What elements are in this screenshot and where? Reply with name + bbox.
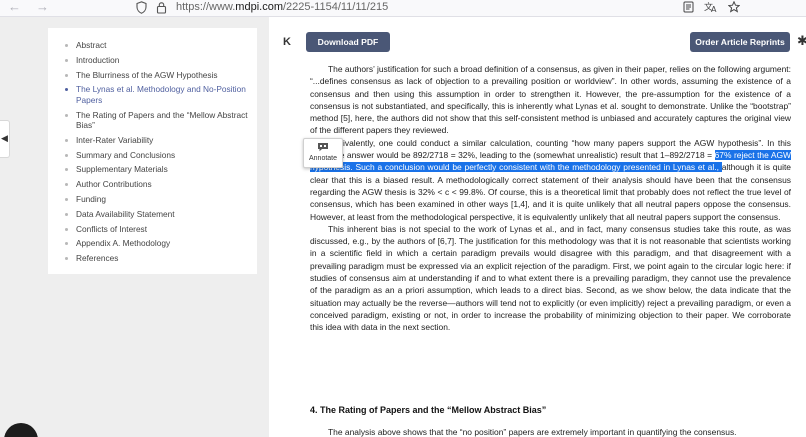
annotate-icon [318, 143, 328, 152]
paragraph-highlighted: Equivalently, one could conduct a simila… [310, 137, 791, 223]
translate-icon[interactable]: 文 A [704, 1, 718, 13]
article-body: The authors’ justification for such a br… [310, 63, 791, 334]
toc-item[interactable]: Author Contributions [62, 179, 252, 189]
caret-left-icon: ◀ [1, 133, 8, 143]
section-heading: 4. The Rating of Papers and the “Mellow … [310, 405, 547, 415]
paragraph: This inherent bias is not special to the… [310, 223, 791, 333]
toc-item[interactable]: Funding [62, 194, 252, 204]
browser-toolbar: ← → https://www.mdpi.com/2225-1154/11/11… [0, 0, 806, 17]
toc-item[interactable]: The Rating of Papers and the “Mellow Abs… [62, 110, 252, 131]
gear-icon[interactable]: ✱ [797, 33, 806, 49]
back-arrow-icon[interactable]: ← [8, 0, 21, 14]
toc-item[interactable]: The Blurriness of the AGW Hypothesis [62, 70, 252, 80]
toc-item[interactable]: Data Availability Statement [62, 209, 252, 219]
url-path: /2225-1154/11/11/215 [282, 1, 389, 13]
toc-item[interactable]: Appendix A. Methodology [62, 238, 252, 248]
toc-item[interactable]: Abstract [62, 40, 252, 50]
toc-item[interactable]: Supplementary Materials [62, 164, 252, 174]
svg-text:A: A [711, 5, 717, 13]
toc-item[interactable]: References [62, 253, 252, 263]
toc-item[interactable]: Summary and Conclusions [62, 150, 252, 160]
download-pdf-button[interactable]: Download PDF [306, 32, 390, 52]
side-panel-toggle[interactable]: ◀ [0, 120, 10, 158]
collapse-sidebar-button[interactable]: K [283, 36, 291, 48]
table-of-contents: Abstract Introduction The Blurriness of th… [48, 28, 257, 274]
bookmark-star-icon[interactable] [728, 1, 740, 13]
toc-item[interactable]: Conflicts of Interest [62, 224, 252, 234]
lock-icon[interactable] [156, 1, 167, 14]
url-scheme: https://www. [176, 1, 236, 13]
toc-item[interactable]: The Lynas et al. Methodology and No-Posi… [62, 84, 252, 105]
forward-arrow-icon[interactable]: → [36, 0, 49, 14]
annotate-button[interactable]: Annotate [303, 138, 343, 168]
paragraph: The authors’ justification for such a br… [310, 64, 791, 136]
toc-item[interactable]: Introduction [62, 55, 252, 65]
paragraph: The analysis above shows that the “no po… [328, 427, 737, 437]
order-reprints-button[interactable]: Order Article Reprints [690, 32, 790, 52]
annotate-label: Annotate [308, 155, 338, 162]
toc-item[interactable]: Inter-Rater Variability [62, 135, 252, 145]
reader-view-icon[interactable] [683, 1, 694, 13]
url-host: mdpi.com [235, 1, 283, 13]
shield-icon[interactable] [136, 1, 147, 14]
address-bar[interactable]: https://www.mdpi.com/2225-1154/11/11/215 [176, 1, 388, 14]
